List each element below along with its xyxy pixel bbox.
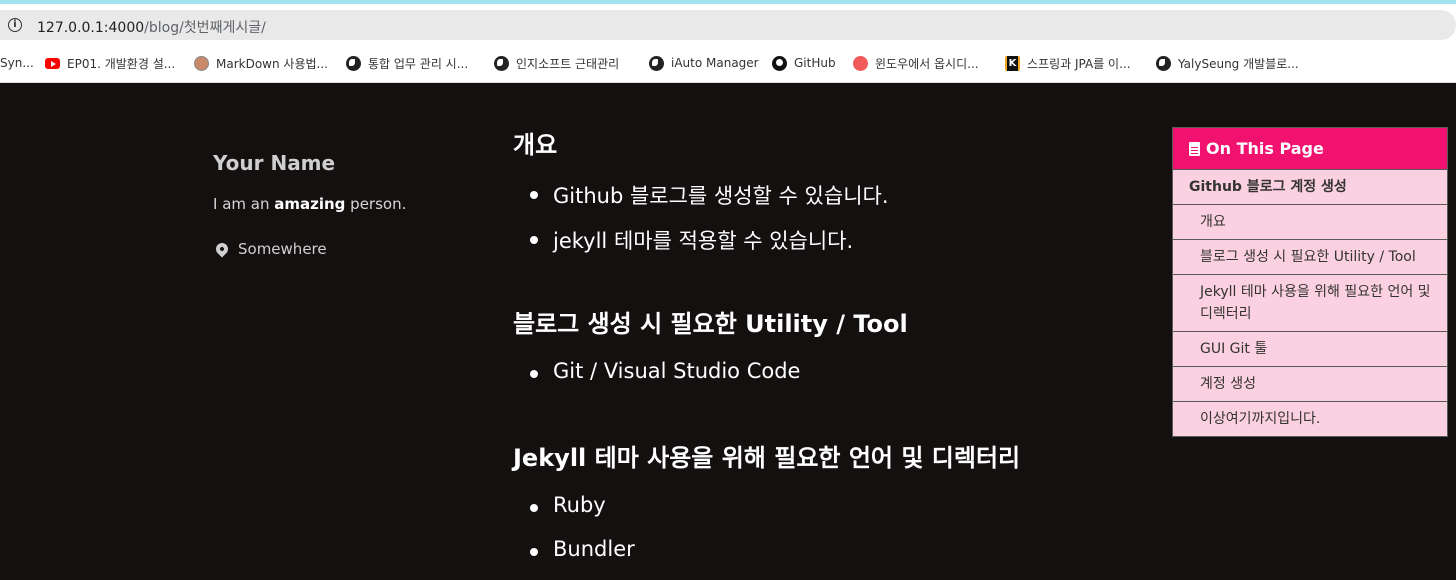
globe-icon (346, 55, 361, 71)
bookmark-label: 윈도우에서 옵시디... (875, 56, 979, 71)
bookmark-item[interactable]: MarkDown 사용법... (194, 54, 328, 72)
bookmarks-bar: Syn... EP01. 개발환경 설... MarkDown 사용법... 통… (0, 44, 1456, 83)
bookmark-item[interactable]: EP01. 개발환경 설... (45, 54, 175, 72)
map-marker-icon (213, 240, 231, 258)
author-bio-bold: amazing (274, 195, 346, 213)
globe-icon (494, 55, 509, 71)
section-heading: 개요 (513, 131, 558, 159)
globe-icon (649, 55, 664, 71)
author-location: Somewhere (213, 240, 327, 258)
list-item: Github 블로그를 생성할 수 있습니다. (530, 180, 889, 210)
list-item: Bundler (530, 537, 635, 561)
toc-link[interactable]: 개요 (1173, 204, 1447, 239)
bookmark-label: 스프링과 JPA를 이... (1027, 56, 1131, 71)
bookmark-label: MarkDown 사용법... (216, 56, 328, 71)
toc-link[interactable]: 이상여기까지입니다. (1173, 401, 1447, 436)
bookmark-label: 인지소프트 근태관리 (516, 56, 620, 71)
bookmark-item[interactable]: Syn... (0, 54, 34, 72)
toc-title: On This Page (1206, 139, 1324, 158)
section-heading: 블로그 생성 시 필요한 Utility / Tool (513, 310, 908, 338)
bookmark-label: Syn... (0, 56, 34, 70)
browser-toolbar: i 127.0.0.1:4000/blog/첫번째게시글/ (0, 4, 1456, 44)
url-path: /blog/첫번째게시글/ (144, 20, 266, 36)
bookmark-item[interactable]: YalySeung 개발블로... (1156, 54, 1299, 72)
bookmark-item[interactable]: 윈도우에서 옵시디... (853, 54, 979, 72)
youtube-icon (45, 57, 60, 69)
address-bar[interactable]: i 127.0.0.1:4000/blog/첫번째게시글/ (0, 10, 1456, 40)
toc-panel: On This Page Github 블로그 계정 생성 개요 블로그 생성 … (1172, 127, 1448, 437)
k-icon (1005, 55, 1020, 71)
toc-link[interactable]: GUI Git 툴 (1173, 331, 1447, 366)
red-circle-icon (853, 55, 868, 71)
github-icon (772, 55, 787, 71)
bookmark-label: YalySeung 개발블로... (1178, 56, 1299, 71)
bookmark-item[interactable]: 통합 업무 관리 시... (346, 54, 468, 72)
file-icon (1189, 141, 1200, 156)
bookmark-item[interactable]: GitHub (772, 54, 836, 72)
author-bio-suffix: person. (345, 195, 407, 213)
site-info-icon[interactable]: i (8, 18, 22, 32)
bookmark-label: GitHub (794, 56, 836, 70)
bookmark-item[interactable]: 인지소프트 근태관리 (494, 54, 619, 72)
toc-link[interactable]: 블로그 생성 시 필요한 Utility / Tool (1173, 239, 1447, 274)
toc-link[interactable]: 계정 생성 (1173, 366, 1447, 401)
author-location-text: Somewhere (238, 240, 327, 258)
bookmark-label: 통합 업무 관리 시... (368, 56, 469, 71)
toc-header: On This Page (1173, 128, 1447, 169)
url-text[interactable]: 127.0.0.1:4000/blog/첫번째게시글/ (37, 17, 266, 37)
globe-icon (1156, 55, 1171, 71)
author-name: Your Name (213, 151, 336, 175)
url-host: 127.0.0.1:4000 (37, 20, 145, 36)
bookmark-item[interactable]: 스프링과 JPA를 이... (1005, 54, 1131, 72)
bookmark-label: iAuto Manager (671, 56, 759, 70)
toc-link[interactable]: Github 블로그 계정 생성 (1173, 169, 1447, 204)
bookmark-label: EP01. 개발환경 설... (67, 56, 176, 71)
author-bio-prefix: I am an (213, 195, 275, 213)
author-bio: I am an amazing person. (213, 195, 406, 213)
blog-page: Your Name I am an amazing person. Somewh… (0, 83, 1456, 580)
list-item: Ruby (530, 493, 606, 517)
toc-link[interactable]: Jekyll 테마 사용을 위해 필요한 언어 및 디렉터리 (1173, 274, 1447, 331)
list-item: jekyll 테마를 적용할 수 있습니다. (529, 225, 853, 255)
bookmark-item[interactable]: iAuto Manager (649, 54, 759, 72)
list-item: Git / Visual Studio Code (529, 359, 801, 383)
section-heading: Jekyll 테마 사용을 위해 필요한 언어 및 디렉터리 (513, 444, 1021, 472)
avatar-icon (194, 55, 209, 71)
